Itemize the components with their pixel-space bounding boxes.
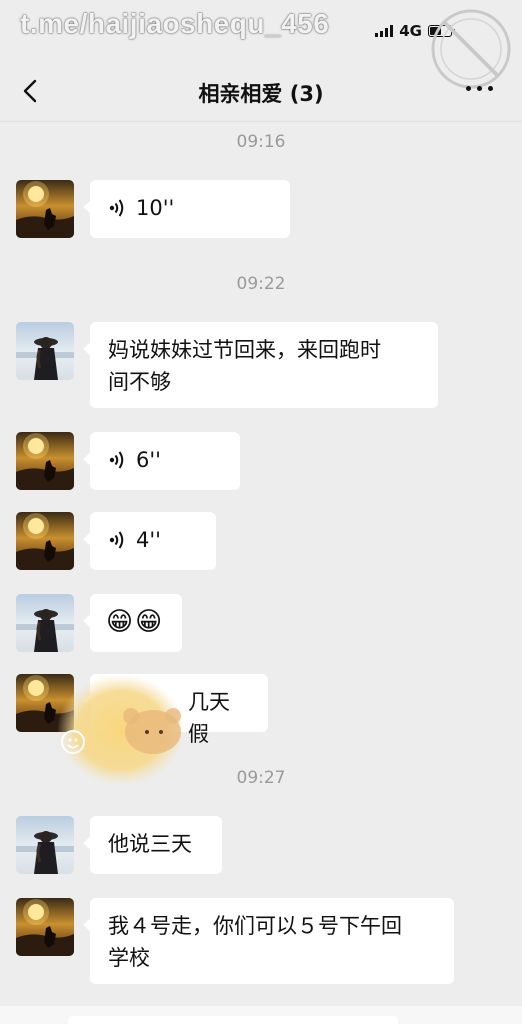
emoji-message-bubble[interactable]: 😁😁 (83, 594, 182, 652)
avatar-girl[interactable] (16, 594, 74, 652)
message-text-line: 几天假 (188, 690, 230, 746)
text-message-bubble[interactable]: 他说三天 (83, 816, 222, 874)
message-text-line: 妈说妹妹过节回来，来回跑时 (108, 338, 381, 362)
chat-header: 相亲相爱 (3) (0, 60, 522, 122)
watermark-text: t.me/haijiaoshequ_456 (20, 8, 330, 39)
voice-duration: 4'' (136, 528, 161, 552)
voice-message[interactable]: 10'' (108, 192, 272, 224)
voice-duration: 6'' (136, 448, 161, 472)
input-bar (0, 1006, 522, 1024)
voice-message[interactable]: 6'' (108, 444, 222, 476)
message-text-line: 学校 (108, 946, 150, 970)
avatar-girl[interactable] (16, 816, 74, 874)
voice-message-bubble[interactable]: 10'' (83, 180, 290, 238)
timestamp: 09:27 (236, 768, 286, 788)
emoji-message: 😁😁 (106, 607, 165, 637)
avatar-sunset[interactable] (16, 898, 74, 956)
message-text-line: 他说三天 (108, 832, 192, 856)
avatar-sunset[interactable] (16, 512, 74, 570)
avatar-sunset[interactable] (16, 180, 74, 238)
avatar-sunset[interactable] (16, 432, 74, 490)
voice-message-bubble[interactable]: 4'' (83, 512, 216, 570)
voice-message[interactable]: 4'' (108, 524, 198, 556)
voice-wave-icon (109, 451, 124, 469)
voice-duration: 10'' (136, 196, 175, 220)
message-text-line: 间不够 (108, 370, 171, 394)
more-dots-icon[interactable] (466, 86, 496, 96)
chat-title: 相亲相爱 (3) (198, 82, 324, 106)
timestamp: 09:22 (236, 274, 286, 294)
message-input[interactable] (68, 1016, 398, 1024)
message-text-line: 我４号走，你们可以５号下午回 (108, 914, 402, 938)
voice-wave-icon (109, 199, 124, 217)
voice-message-bubble[interactable]: 6'' (83, 432, 240, 490)
status-bar: t.me/haijiaoshequ_456 4G (0, 0, 522, 89)
voice-wave-icon (109, 531, 124, 549)
text-message-bubble[interactable]: 我４号走，你们可以５号下午回 学校 (83, 898, 454, 984)
avatar-girl[interactable] (16, 322, 74, 380)
timestamp: 09:16 (236, 132, 286, 152)
network-label: 4G (399, 22, 422, 40)
text-message-bubble[interactable]: 妈说妹妹过节回来，来回跑时 间不够 (83, 322, 438, 408)
signal-icon (375, 25, 394, 37)
